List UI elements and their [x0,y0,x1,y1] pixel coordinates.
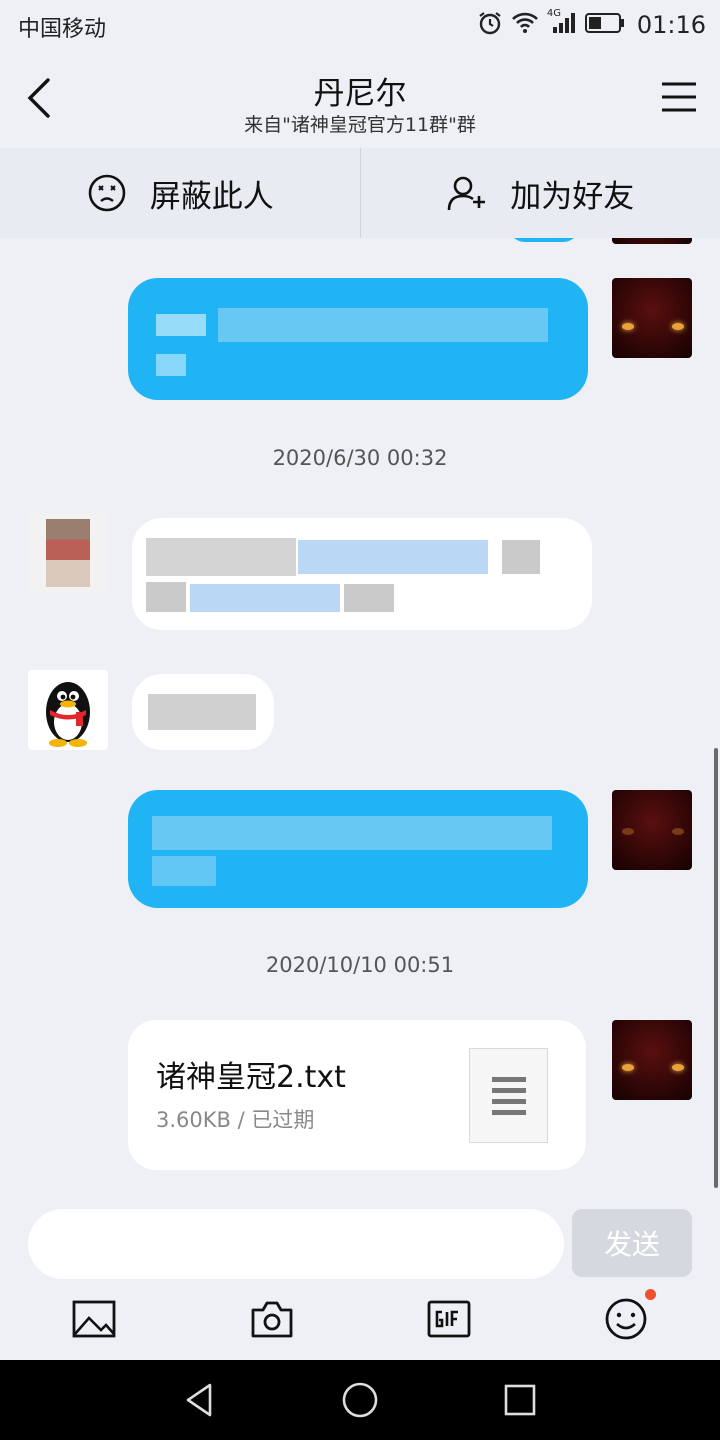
contact-source: 来自"诸神皇冠官方11群"群 [244,114,476,136]
message-list[interactable]: 2020/6/30 00:32 2020/10/10 00:51 诸神皇冠2.t… [0,238,720,1193]
pixelated-text [218,308,548,342]
emoji-icon [605,1298,647,1340]
message-input[interactable] [28,1209,564,1279]
camera-button[interactable] [248,1295,296,1343]
gif-button[interactable] [425,1295,473,1343]
pixelated-text [152,856,216,886]
status-bar: 中国移动 4G 01:16 [0,0,720,50]
image-button[interactable] [70,1295,118,1343]
square-recents-icon [504,1384,536,1416]
penguin-icon [46,682,90,747]
system-nav-bar [0,1360,720,1440]
status-icons: 4G 01:16 [477,8,706,41]
notification-dot [645,1289,656,1300]
network-type-label: 4G [546,8,561,19]
pixelated-text [502,540,540,574]
menu-button[interactable] [660,78,698,116]
pixelated-text [148,694,256,730]
signal-icon: 4G [546,8,577,39]
block-user-label: 屏蔽此人 [149,178,274,215]
hamburger-icon [662,82,696,112]
outgoing-message-bubble[interactable] [128,278,588,400]
my-avatar[interactable] [612,278,692,358]
incoming-message-bubble[interactable] [132,674,274,750]
file-message-bubble[interactable]: 诸神皇冠2.txt 3.60KB / 已过期 [128,1020,586,1170]
add-friend-label: 加为好友 [510,178,635,215]
incoming-message-bubble[interactable] [132,518,592,630]
pixelated-text [146,582,186,612]
input-toolbar [0,1289,720,1347]
carrier-label: 中国移动 [18,17,107,42]
nav-back-button[interactable] [180,1380,220,1420]
input-bar: 发送 [0,1193,720,1360]
file-name: 诸神皇冠2.txt [156,1060,346,1095]
clock: 01:16 [636,11,706,39]
block-user-button[interactable]: 屏蔽此人 [0,148,360,238]
pixelated-text [344,584,394,612]
block-face-icon [88,174,126,212]
scrollbar[interactable] [710,748,720,1188]
chat-header: 丹尼尔 来自"诸神皇冠官方11群"群 [0,50,720,148]
contact-name: 丹尼尔 [313,76,407,112]
emoji-button[interactable] [602,1289,656,1343]
my-avatar[interactable] [612,238,692,244]
pixelated-text [190,584,340,612]
pixelated-text [146,538,296,576]
scrollbar-thumb[interactable] [714,748,718,1188]
outgoing-message-bubble[interactable] [508,238,580,242]
file-meta: 3.60KB / 已过期 [156,1108,315,1132]
my-avatar[interactable] [612,1020,692,1100]
text-file-icon [469,1048,548,1143]
camera-icon [251,1301,293,1338]
outgoing-message-bubble[interactable] [128,790,588,908]
alarm-icon [477,10,503,40]
sender-avatar[interactable] [28,513,108,593]
pixelated-text [298,540,488,574]
message-timestamp: 2020/10/10 00:51 [265,953,455,977]
stranger-action-bar: 屏蔽此人 加为好友 [0,148,720,238]
pixelated-text [156,354,186,376]
image-icon [72,1300,116,1338]
circle-home-icon [342,1382,378,1418]
triangle-back-icon [186,1383,212,1417]
battery-icon [584,12,625,38]
gif-icon [427,1300,471,1338]
send-button[interactable]: 发送 [572,1209,692,1277]
sender-avatar-penguin[interactable] [28,670,108,750]
pixelated-text [156,314,206,336]
wifi-icon [511,11,539,39]
add-friend-button[interactable]: 加为好友 [361,148,720,238]
my-avatar[interactable] [612,790,692,870]
message-timestamp: 2020/6/30 00:32 [272,446,448,470]
pixelated-text [152,816,552,850]
add-user-icon [447,176,486,211]
nav-recents-button[interactable] [500,1380,540,1420]
nav-home-button[interactable] [340,1380,380,1420]
